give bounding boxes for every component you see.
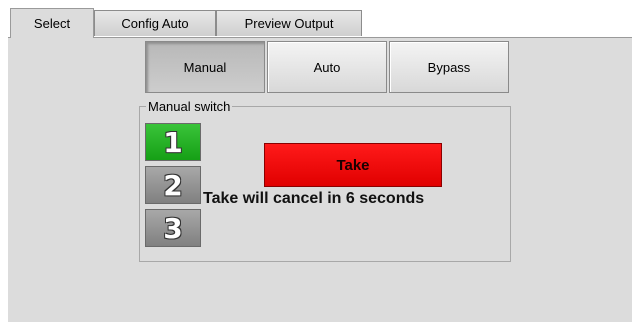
auto-mode-button[interactable]: Auto [267, 41, 387, 93]
bypass-mode-button[interactable]: Bypass [389, 41, 509, 93]
tab-preview-output[interactable]: Preview Output [216, 10, 362, 36]
take-button[interactable]: Take [264, 143, 442, 187]
tab-divider [8, 37, 632, 38]
manual-switch-legend: Manual switch [148, 99, 231, 114]
take-countdown-message: Take will cancel in 6 seconds [203, 190, 425, 207]
manual-mode-button[interactable]: Manual [145, 41, 265, 93]
input-3-button[interactable]: 3 [145, 209, 201, 247]
input-1-button[interactable]: 1 [145, 123, 201, 161]
input-2-button[interactable]: 2 [145, 166, 201, 204]
tab-config-auto[interactable]: Config Auto [94, 10, 216, 36]
tab-select[interactable]: Select [10, 8, 94, 38]
